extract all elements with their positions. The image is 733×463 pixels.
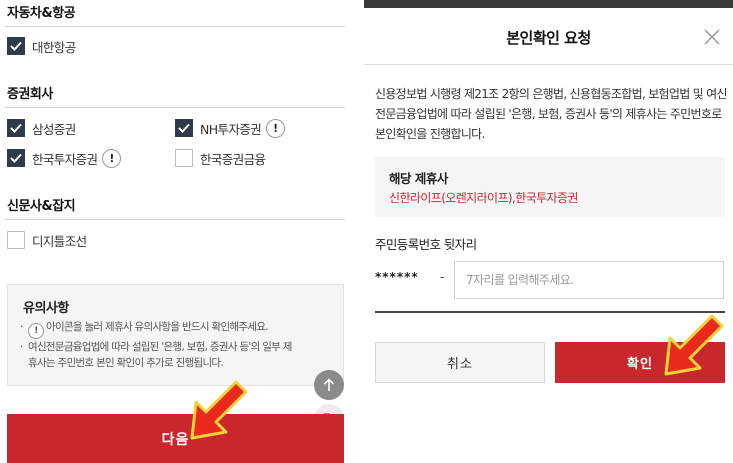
arrow-up-icon bbox=[323, 378, 335, 391]
checkbox-label: NH투자증권 bbox=[200, 121, 262, 137]
bullet: · bbox=[20, 321, 23, 333]
checkbox-row-korea-investment[interactable]: 한국투자증권 ! bbox=[7, 148, 122, 168]
next-button[interactable]: 다음 bbox=[7, 414, 344, 463]
checkbox-row-nh-securities[interactable]: NH투자증권 ! bbox=[175, 118, 286, 138]
checkmark-icon bbox=[10, 123, 22, 133]
checkbox-checked[interactable] bbox=[7, 119, 25, 137]
checkmark-icon bbox=[178, 123, 190, 133]
checkbox-checked[interactable] bbox=[7, 37, 25, 55]
modal-description: 신용정보법 시행령 제21조 2항의 은행법, 신용협동조합법, 보험업법 및 … bbox=[375, 87, 728, 141]
info-icon[interactable]: ! bbox=[266, 118, 286, 138]
partner-title: 해당 제휴사 bbox=[389, 171, 448, 186]
info-icon: ! bbox=[28, 323, 44, 339]
divider bbox=[5, 107, 345, 108]
scroll-top-button[interactable] bbox=[314, 370, 344, 400]
checkbox-unchecked[interactable] bbox=[7, 231, 25, 249]
checkbox-label: 한국투자증권 bbox=[32, 151, 98, 167]
checkbox-row-korean-air[interactable]: 대한항공 bbox=[7, 36, 76, 56]
notice-text: 아이콘을 눌러 제휴사 유의사항을 반드시 확인해주세요. bbox=[46, 321, 269, 333]
checkbox-row-digital-chosun[interactable]: 디지틀조선 bbox=[7, 230, 87, 250]
category-title-newspaper: 신문사&잡지 bbox=[7, 199, 76, 214]
partner-value: 신한라이프(오렌지라이프),한국투자증권 bbox=[389, 191, 578, 205]
partner-box: 해당 제휴사 신한라이프(오렌지라이프),한국투자증권 bbox=[375, 157, 725, 217]
checkmark-icon bbox=[10, 153, 22, 163]
checkmark-icon bbox=[10, 41, 22, 51]
checkbox-row-samsung-securities[interactable]: 삼성증권 bbox=[7, 118, 76, 138]
divider bbox=[5, 26, 345, 27]
checkbox-label: 삼성증권 bbox=[32, 121, 76, 137]
divider bbox=[5, 219, 345, 220]
modal-title: 본인확인 요청 bbox=[506, 29, 591, 47]
partner-selection-panel: 자동차&항공 대한항공 증권회사 삼성증권 NH투자증권 ! 한국투자증권 ! … bbox=[0, 0, 352, 463]
notice-title: 유의사항 bbox=[23, 301, 69, 316]
checkbox-checked[interactable] bbox=[175, 119, 193, 137]
notice-line-1: ·! 아이콘을 눌러 제휴사 유의사항을 반드시 확인해주세요. bbox=[20, 319, 338, 339]
category-title-auto-airline: 자동차&항공 bbox=[7, 6, 76, 21]
ssn-label: 주민등록번호 뒷자리 bbox=[375, 237, 477, 252]
checkbox-checked[interactable] bbox=[7, 149, 25, 167]
divider bbox=[364, 64, 733, 65]
cancel-button[interactable]: 취소 bbox=[375, 342, 545, 383]
notice-line-3: 휴사는 주민번호 본인 확인이 추가로 진행됩니다. bbox=[28, 357, 224, 369]
notice-box: 유의사항 ·! 아이콘을 눌러 제휴사 유의사항을 반드시 확인해주세요. · 여신… bbox=[7, 284, 344, 386]
bullet: · bbox=[20, 341, 23, 353]
checkbox-label: 대한항공 bbox=[32, 39, 76, 55]
identity-verification-modal: 본인확인 요청 신용정보법 시행령 제21조 2항의 은행법, 신용협동조합법,… bbox=[364, 0, 733, 463]
annotation-arrow-icon bbox=[190, 380, 248, 440]
checkbox-unchecked[interactable] bbox=[175, 149, 193, 167]
notice-text: 여신전문금융업법에 따라 설립된 '은행, 보험, 증권사 등'의 일부 제 bbox=[28, 341, 292, 353]
ssn-dash: - bbox=[440, 270, 445, 284]
info-icon[interactable]: ! bbox=[102, 148, 122, 168]
top-bar bbox=[364, 0, 733, 8]
category-title-securities: 증권회사 bbox=[7, 87, 53, 102]
checkbox-label: 디지틀조선 bbox=[32, 233, 87, 249]
ssn-back-input[interactable] bbox=[454, 261, 724, 299]
close-icon[interactable] bbox=[702, 27, 722, 47]
annotation-arrow-icon bbox=[664, 314, 724, 376]
checkbox-label: 한국증권금융 bbox=[200, 151, 266, 167]
notice-line-2: · 여신전문금융업법에 따라 설립된 '은행, 보험, 증권사 등'의 일부 제 bbox=[20, 339, 338, 355]
ssn-front-mask: ****** bbox=[375, 270, 419, 284]
checkbox-row-korea-securities-finance[interactable]: 한국증권금융 bbox=[175, 148, 266, 168]
